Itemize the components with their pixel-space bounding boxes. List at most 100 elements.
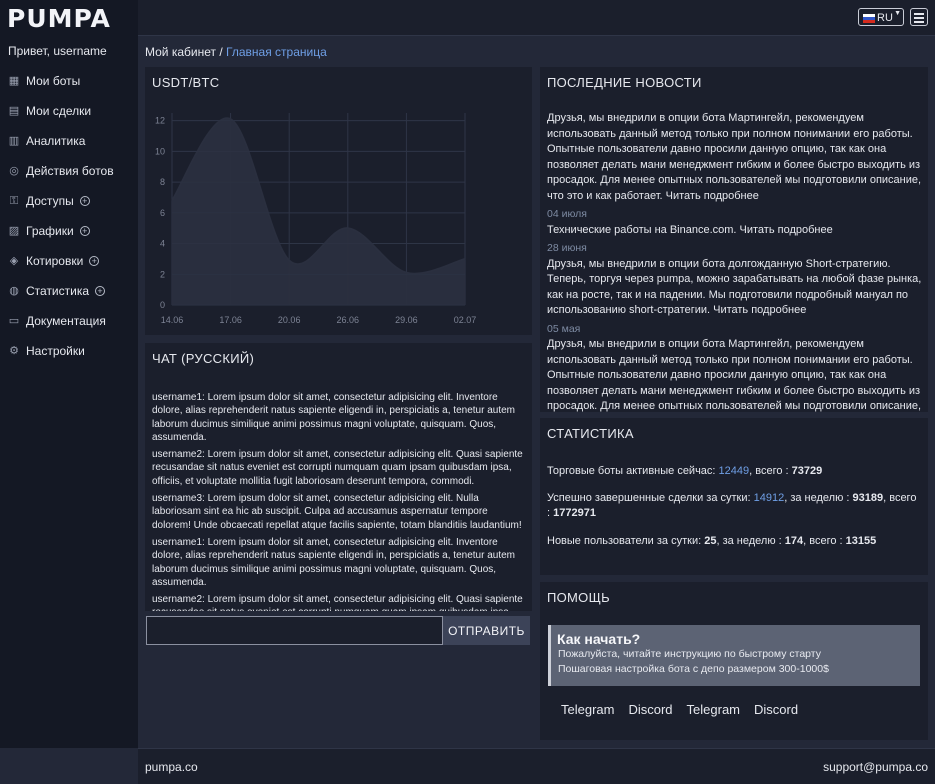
language-select[interactable]: RU ▼ (858, 8, 904, 26)
breadcrumb-separator: / (219, 45, 223, 59)
sidebar-item-label: Графики (26, 224, 74, 238)
stat-users-week: 174 (784, 535, 804, 547)
x-tick-label: 20.06 (278, 315, 301, 325)
user-greeting: Привет, username (8, 44, 107, 58)
price-chart: 0 2 4 6 8 10 12 14.06 17.06 20.06 26.06 29.06 02.07 (155, 113, 477, 325)
stat-deals: Успешно завершенные сделки за сутки: 149… (547, 491, 922, 521)
sidebar-item[interactable]: ▥ Аналитика (0, 129, 138, 153)
footer: pumpa.co support@pumpa.co (138, 748, 935, 784)
stat-deals-week-label: , за неделю : (784, 492, 853, 504)
y-tick-label: 6 (160, 208, 165, 218)
footer-site-link[interactable]: pumpa.co (145, 760, 198, 774)
stat-deals-label: Успешно завершенные сделки за сутки: (547, 492, 754, 504)
stat-deals-total: 1772971 (553, 507, 596, 519)
stat-deals-day: 14912 (753, 492, 785, 504)
news-item-text[interactable]: Друзья, мы внедрили в опции бота Мартинг… (547, 111, 922, 204)
top-bar: PUMPA RU ▼ (0, 0, 935, 36)
help-link-discord[interactable]: Discord (754, 702, 798, 717)
news-date: 28 июня (547, 242, 587, 254)
news-list[interactable]: Друзья, мы внедрили в опции бота Мартинг… (547, 111, 922, 412)
news-item-text[interactable]: Друзья, мы внедрили в опции бота Мартинг… (547, 337, 922, 412)
chat-message-input[interactable] (146, 616, 443, 645)
hamburger-line (914, 13, 924, 15)
x-tick-label: 14.06 (161, 315, 184, 325)
news-title: ПОСЛЕДНИЕ НОВОСТИ (547, 75, 702, 90)
chat-message: username2: Lorem ipsum dolor sit amet, c… (152, 594, 523, 611)
sidebar-item-label: Документация (26, 314, 106, 328)
help-link-discord[interactable]: Discord (628, 702, 672, 717)
stat-bots: Торговые боты активные сейчас: 12449, вс… (547, 464, 922, 479)
chat-message: username3: Lorem ipsum dolor sit amet, c… (152, 493, 522, 531)
logo[interactable]: PUMPA (0, 0, 138, 36)
sidebar-item-label: Мои сделки (26, 104, 92, 118)
charts-icon: ▨ (8, 225, 20, 237)
chat-message: username1: Lorem ipsum dolor sit amet, c… (152, 536, 515, 588)
sidebar-item[interactable]: ▭ Документация (0, 309, 138, 333)
footer-support-email[interactable]: support@pumpa.co (823, 760, 928, 774)
getting-started-card[interactable]: Как начать? Пожалуйста, читайте инструкц… (548, 625, 920, 686)
analytics-icon: ▥ (8, 135, 20, 147)
hamburger-line (914, 17, 924, 19)
stat-users: Новые пользователи за сутки: 25, за неде… (547, 534, 922, 549)
sidebar-item[interactable]: ▦ Мои боты (0, 69, 138, 93)
actions-icon: ◎ (9, 165, 19, 177)
x-tick-label: 17.06 (219, 315, 242, 325)
stat-users-total-label: , всего : (803, 535, 846, 547)
x-tick-label: 29.06 (395, 315, 418, 325)
stats-panel: СТАТИСТИКА Торговые боты активные сейчас… (540, 418, 928, 575)
breadcrumb-parent[interactable]: Мой кабинет (145, 45, 216, 59)
stat-users-label: Новые пользователи за сутки: (547, 535, 705, 547)
sidebar-item[interactable]: ◎ Действия ботов (0, 159, 138, 183)
expand-plus-icon[interactable]: + (95, 286, 106, 296)
y-tick-label: 8 (160, 177, 165, 187)
stats-title: СТАТИСТИКА (547, 426, 634, 441)
hamburger-menu-button[interactable] (910, 8, 928, 26)
chat-messages[interactable]: username1: Lorem ipsum dolor sit amet, c… (152, 391, 527, 611)
hamburger-line (914, 21, 924, 23)
news-panel: ПОСЛЕДНИЕ НОВОСТИ Друзья, мы внедрили в … (540, 67, 928, 412)
x-tick-label: 02.07 (454, 315, 477, 325)
sidebar-item[interactable]: ▤ Мои сделки (0, 99, 138, 123)
expand-plus-icon[interactable]: + (89, 256, 100, 266)
sidebar-item-label: Доступы (26, 194, 74, 208)
gear-icon: ⚙ (9, 345, 19, 357)
sidebar-item[interactable]: ▨ Графики + (0, 219, 138, 243)
sidebar-item[interactable]: ⚙ Настройки (0, 339, 138, 363)
stat-bots-total: 73729 (791, 465, 823, 477)
doc-icon: ▭ (8, 315, 20, 327)
stat-bots-label: Торговые боты активные сейчас: (547, 465, 719, 477)
help-panel: ПОМОЩЬ Как начать? Пожалуйста, читайте и… (540, 582, 928, 740)
sidebar-item[interactable]: ◍ Статистика + (0, 279, 138, 303)
stat-bots-total-label: , всего : (749, 465, 792, 477)
y-tick-label: 4 (160, 239, 165, 249)
help-links: Telegram Discord Telegram Discord (561, 702, 812, 717)
send-button[interactable]: ОТПРАВИТЬ (443, 616, 530, 645)
stat-bots-now: 12449 (718, 465, 750, 477)
expand-plus-icon[interactable]: + (79, 196, 90, 206)
y-tick-label: 2 (160, 269, 165, 279)
chat-panel: ЧАТ (РУССКИЙ) username1: Lorem ipsum dol… (145, 343, 532, 611)
news-item-text[interactable]: Технические работы на Binance.com. Читат… (547, 223, 922, 239)
stat-users-week-label: , за неделю : (716, 535, 785, 547)
help-link-telegram[interactable]: Telegram (687, 702, 740, 717)
sidebar-item-label: Аналитика (26, 134, 86, 148)
breadcrumb: Мой кабинет / Главная страница (145, 45, 327, 59)
stat-deals-week: 93189 (852, 492, 884, 504)
news-item-text[interactable]: Друзья, мы внедрили в опции бота долгожд… (547, 257, 922, 319)
getting-started-title: Как начать? (557, 631, 641, 647)
breadcrumb-current[interactable]: Главная страница (226, 45, 327, 59)
language-label: RU (877, 12, 893, 24)
x-tick-label: 26.06 (337, 315, 360, 325)
y-tick-label: 12 (155, 116, 165, 126)
tag-icon: ◈ (9, 255, 19, 267)
series-area (172, 118, 465, 305)
help-link-telegram[interactable]: Telegram (561, 702, 614, 717)
bots-icon: ▦ (8, 75, 20, 87)
stat-users-day: 25 (704, 535, 717, 547)
expand-plus-icon[interactable]: + (79, 226, 90, 236)
sidebar-item[interactable]: ⚿ Доступы + (0, 189, 138, 213)
chat-message: username2: Lorem ipsum dolor sit amet, c… (152, 449, 523, 487)
sidebar-item-label: Настройки (26, 344, 85, 358)
sidebar-item[interactable]: ◈ Котировки + (0, 249, 138, 273)
sidebar-item-label: Котировки (26, 254, 84, 268)
